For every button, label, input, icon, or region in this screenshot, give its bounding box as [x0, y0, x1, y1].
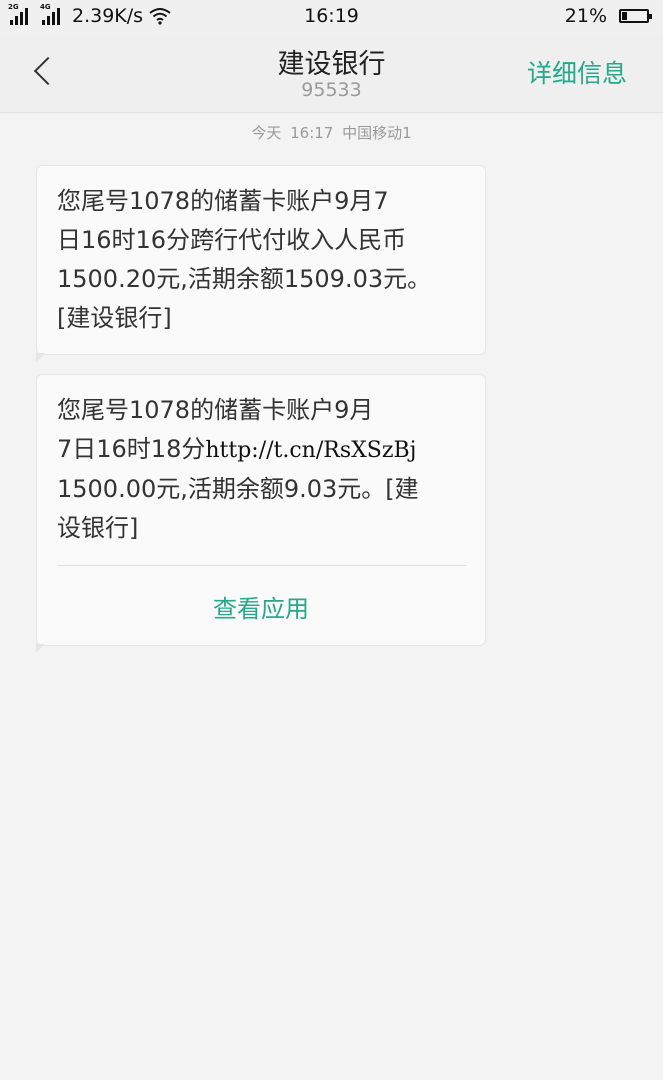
- message-line-text: 7日16时18分: [57, 435, 206, 463]
- status-bar: 2G 4G 2.39K/s 16:19 21%: [0, 0, 663, 34]
- message-timestamp: 今天 16:17 中国移动1: [251, 124, 412, 142]
- battery-icon: [619, 9, 652, 23]
- message-text: 您尾号1078的储蓄卡账户9月7 日16时16分跨行代付收入人民币 1500.2…: [57, 182, 467, 338]
- message-line: 您尾号1078的储蓄卡账户9月: [57, 396, 374, 424]
- details-button[interactable]: 详细信息: [527, 54, 627, 90]
- message-line: 7日16时18分http://t.cn/RsXSzBj: [57, 430, 467, 470]
- bubble-divider: [57, 565, 467, 566]
- message-line: 设银行]: [57, 514, 139, 542]
- view-app-button[interactable]: 查看应用: [37, 589, 485, 624]
- message-line: 1500.00元,活期余额9.03元。[建: [57, 475, 419, 503]
- clock: 16:19: [304, 5, 359, 27]
- message-line: [建设银行]: [57, 304, 172, 332]
- message-line: 1500.20元,活期余额1509.03元。: [57, 265, 432, 293]
- message-link[interactable]: http://t.cn/RsXSzBj: [205, 438, 416, 463]
- message-text: 您尾号1078的储蓄卡账户9月 7日16时18分http://t.cn/RsXS…: [57, 391, 467, 548]
- battery-percent: 21%: [564, 5, 607, 27]
- message-bubble[interactable]: 您尾号1078的储蓄卡账户9月7 日16时16分跨行代付收入人民币 1500.2…: [36, 165, 486, 362]
- message-line: 您尾号1078的储蓄卡账户9月7: [57, 187, 389, 215]
- message-bubble[interactable]: 您尾号1078的储蓄卡账户9月 7日16时18分http://t.cn/RsXS…: [36, 374, 486, 653]
- message-line: 日16时16分跨行代付收入人民币: [57, 226, 407, 254]
- conversation-header: 建设银行 95533 详细信息: [0, 34, 663, 113]
- status-right: 21%: [564, 5, 652, 27]
